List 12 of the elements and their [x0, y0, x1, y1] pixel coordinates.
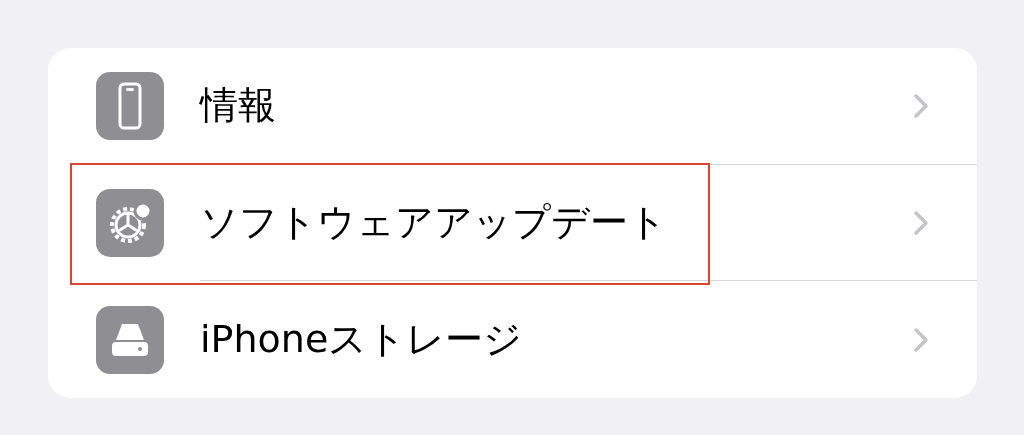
chevron-icon	[913, 209, 929, 236]
row-label: iPhoneストレージ	[200, 316, 523, 364]
settings-row[interactable]: 情報	[48, 48, 977, 165]
drive-icon	[96, 305, 164, 374]
phone-icon	[96, 72, 164, 141]
gear-icon	[96, 189, 164, 258]
settings-row[interactable]: iPhoneストレージ	[48, 281, 977, 399]
row-label: ソフトウェアアップデート	[200, 199, 667, 247]
settings-row[interactable]: ソフトウェアアップデート	[48, 164, 977, 282]
chevron-icon	[913, 92, 929, 119]
chevron-icon	[913, 326, 929, 353]
row-label: 情報	[200, 82, 276, 130]
